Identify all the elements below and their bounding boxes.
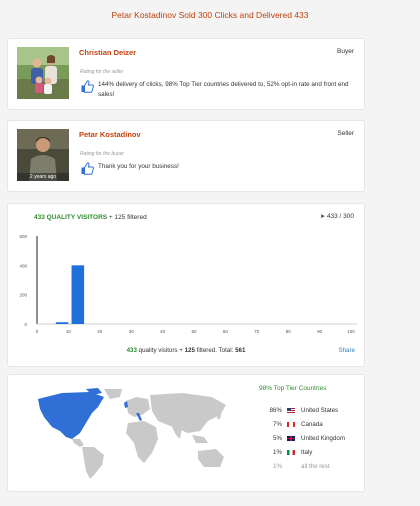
x-tick-label: 10 <box>66 329 72 334</box>
visitors-chart-card: 433 QUALITY VISITORS + 125 filtered ➤ 43… <box>7 203 365 367</box>
thumbs-up-icon <box>81 162 94 175</box>
country-name: United Kingdom <box>301 434 346 442</box>
summary-quality: 433 <box>126 347 137 354</box>
rating-label: Rating for the seller <box>80 69 124 75</box>
filtered-text: + 125 filtered <box>108 214 147 221</box>
thumbs-up-icon <box>81 80 94 93</box>
country-name: Canada <box>301 420 323 428</box>
x-tick-label: 0 <box>36 329 39 334</box>
chart-bar <box>55 322 69 324</box>
x-tick-label: 30 <box>129 329 135 334</box>
x-tick-label: 100 <box>347 329 355 334</box>
geo-card: 98% Top Tier Countries 86% United States… <box>7 374 365 492</box>
seller-name[interactable]: Petar Kostadinov <box>79 130 141 139</box>
x-tick-label: 40 <box>160 329 166 334</box>
country-percent: 5% <box>273 434 282 442</box>
country-percent: 86% <box>269 406 282 414</box>
y-tick-label: 0 <box>24 322 27 327</box>
review-comment: Thank you for your business! <box>98 163 179 170</box>
delivery-counter: ➤ 433 / 300 <box>320 213 354 220</box>
canada-flag-icon <box>287 421 295 427</box>
x-tick-label: 90 <box>317 329 323 334</box>
country-name: all the rest <box>301 462 330 470</box>
review-comment: 144% delivery of clicks, 98% Top Tier co… <box>98 81 349 98</box>
rating-label: Rating for the buyer <box>80 151 124 157</box>
country-row: 7% Canada <box>261 417 345 431</box>
summary-quality-text: quality visitors + <box>138 347 183 354</box>
country-row: 5% United Kingdom <box>261 431 345 445</box>
delivered-count: 433 / 300 <box>326 213 354 220</box>
country-row-rest: 1% all the rest <box>261 459 345 473</box>
y-tick-label: 600 <box>19 234 27 239</box>
x-tick-label: 60 <box>223 329 229 334</box>
page-title: Petar Kostadinov Sold 300 Clicks and Del… <box>111 10 309 20</box>
visitors-bar-chart: 0 200 400 600 0 10 20 30 40 50 60 70 80 90 100 <box>19 234 357 334</box>
summary-filtered: 125 <box>184 347 195 354</box>
country-percent: 7% <box>273 420 282 428</box>
country-row: 86% United States <box>261 403 345 417</box>
y-tick-label: 200 <box>19 293 27 298</box>
x-tick-label: 20 <box>97 329 103 334</box>
world-map <box>38 388 226 479</box>
buyer-avatar[interactable] <box>17 47 69 99</box>
avatar-caption: 2 years ago <box>29 174 57 180</box>
reviewer-role-label: Seller <box>337 130 354 137</box>
quality-count: 433 <box>34 214 45 221</box>
country-list: 86% United States 7% Canada 5% United Ki… <box>261 403 345 473</box>
country-name: United States <box>301 406 339 414</box>
y-tick-label: 400 <box>19 263 27 268</box>
quality-label: QUALITY VISITORS <box>46 214 108 221</box>
country-percent: 1% <box>273 462 282 470</box>
quality-visitors-heading: 433 QUALITY VISITORS + 125 filtered <box>34 214 147 221</box>
chart-summary: 433 quality visitors + 125 filtered. Tot… <box>8 347 364 354</box>
buyer-name[interactable]: Christian Deizer <box>79 48 136 57</box>
country-row: 1% Italy <box>261 445 345 459</box>
chart-bar <box>71 265 85 324</box>
reviewer-role-label: Buyer <box>337 48 354 55</box>
location-arrow-icon: ➤ <box>320 214 326 220</box>
x-tick-label: 70 <box>254 329 260 334</box>
us-flag-icon <box>287 407 295 413</box>
summary-total: 561 <box>235 347 246 354</box>
seller-avatar[interactable]: 2 years ago <box>17 129 69 181</box>
country-percent: 1% <box>273 448 282 456</box>
buyer-review-card: Christian Deizer Buyer Rating for the se… <box>7 38 365 110</box>
uk-flag-icon <box>287 435 295 441</box>
x-tick-label: 80 <box>286 329 292 334</box>
seller-review-card: 2 years ago Petar Kostadinov Seller Rati… <box>7 120 365 192</box>
x-tick-label: 50 <box>191 329 197 334</box>
top-tier-title: 98% Top Tier Countries <box>259 385 327 392</box>
italy-flag-icon <box>287 449 295 455</box>
country-name: Italy <box>301 448 313 456</box>
summary-filtered-text: filtered. Total: <box>196 347 234 354</box>
share-link[interactable]: Share <box>338 347 355 354</box>
